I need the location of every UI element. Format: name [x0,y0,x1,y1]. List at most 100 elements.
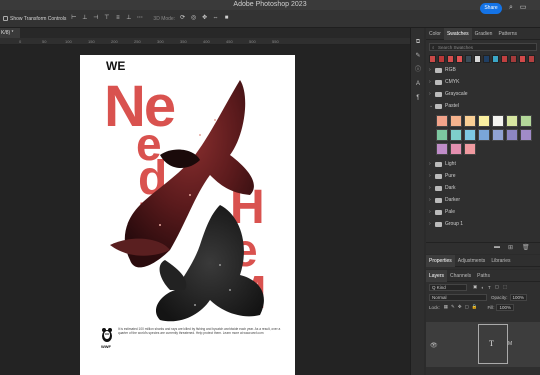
lock-move-icon[interactable]: ✥ [458,304,462,310]
show-transform-toggle[interactable]: Show Transform Controls [3,16,66,22]
swatch-chip[interactable] [450,115,462,127]
document-tab[interactable]: K/8) * [0,28,20,38]
app-title: Adobe Photoshop 2023 [233,1,307,8]
swatch-chip[interactable] [465,55,472,63]
swatch-chip[interactable] [520,115,532,127]
swatch-chip[interactable] [464,143,476,155]
swatch-chip[interactable] [519,55,526,63]
layer-row[interactable]: 👁 T M [426,322,540,367]
lock-label: Lock: [429,304,440,310]
blend-mode-select[interactable]: Normal [429,293,487,301]
swatch-group-rgb[interactable]: › RGB [426,64,540,76]
align-center-icon[interactable]: ⊥ [81,15,88,22]
align-middle-icon[interactable]: ≡ [114,15,121,22]
swatch-group-dark[interactable]: › Dark [426,182,540,194]
lock-pixels-icon[interactable]: ▦ [444,304,448,310]
poster-footer-text: It is estimated 100 million sharks and r… [118,327,281,335]
swatch-group-group1[interactable]: › Group 1 [426,218,540,230]
swatch-group-grayscale[interactable]: › Grayscale [426,88,540,100]
rotate-3d-icon[interactable]: ⟳ [179,15,186,22]
roll-3d-icon[interactable]: ◎ [190,15,197,22]
swatch-chip[interactable] [474,55,481,63]
scale-3d-icon[interactable]: ■ [223,15,230,22]
title-bar: Adobe Photoshop 2023 [0,0,540,10]
swatch-chip[interactable] [464,115,476,127]
slide-3d-icon[interactable]: ⇔ [212,15,219,22]
info-icon[interactable]: ⓘ [414,66,422,74]
align-top-icon[interactable]: ⊤ [103,15,110,22]
swatch-chip[interactable] [510,55,517,63]
lock-artboard-icon[interactable]: ▢ [465,304,469,310]
swatch-chip[interactable] [478,115,490,127]
swatch-group-pastel[interactable]: ⌄ Pastel [426,100,540,112]
swatch-group-cmyk[interactable]: › CMYK [426,76,540,88]
swatch-group-light[interactable]: › Light [426,158,540,170]
swatch-chip[interactable] [436,115,448,127]
character-icon[interactable]: A [414,80,422,88]
blend-opacity-row: Normal Opacity: 100% [426,292,540,302]
swatch-chip[interactable] [520,129,532,141]
tab-paths[interactable]: Paths [474,270,493,282]
tab-color[interactable]: Color [426,28,444,40]
filter-type-icon[interactable]: T [488,285,491,290]
swatch-chip[interactable] [464,129,476,141]
swatch-chip[interactable] [456,55,463,63]
swatch-chip[interactable] [506,129,518,141]
visibility-eye-icon[interactable]: 👁 [430,342,438,349]
swatch-chip[interactable] [492,129,504,141]
swatch-chip[interactable] [478,129,490,141]
paragraph-icon[interactable]: ¶ [414,94,422,102]
share-button[interactable]: Share [480,3,502,14]
swatch-chip[interactable] [436,129,448,141]
layer-kind-filter[interactable]: Q Kind [429,283,467,291]
trash-icon[interactable]: 🗑 [522,244,530,251]
search-icon[interactable]: ⌕ [507,4,515,12]
swatch-chip[interactable] [483,55,490,63]
swatch-chip[interactable] [501,55,508,63]
tab-adjustments[interactable]: Adjustments [455,255,489,267]
swatch-chip[interactable] [447,55,454,63]
drag-3d-icon[interactable]: ✥ [201,15,208,22]
tab-patterns[interactable]: Patterns [495,28,520,40]
checkbox-icon[interactable] [3,16,8,21]
swatch-group-darker[interactable]: › Darker [426,194,540,206]
swatch-chip[interactable] [429,55,436,63]
swatch-chip[interactable] [528,55,535,63]
filter-pixel-icon[interactable]: ▣ [473,284,477,290]
align-bottom-icon[interactable]: ⊥ [125,15,132,22]
new-group-icon[interactable]: ▬ [494,244,500,250]
history-icon[interactable]: ⧉ [414,38,422,46]
filter-shape-icon[interactable]: ▢ [495,284,499,290]
fill-input[interactable]: 100% [496,303,514,311]
swatch-chip[interactable] [450,143,462,155]
lock-paint-icon[interactable]: ✎ [451,304,455,310]
swatch-chip[interactable] [506,115,518,127]
filter-smart-icon[interactable]: ⬚ [503,284,507,290]
tab-layers[interactable]: Layers [426,269,448,282]
swatch-chip[interactable] [492,55,499,63]
layer-thumbnail[interactable]: T [478,324,508,364]
canvas-area[interactable]: WE Ne e d T H e M [0,45,420,375]
new-swatch-icon[interactable]: ⊞ [508,244,513,251]
tab-properties[interactable]: Properties [426,254,455,267]
swatch-chip[interactable] [450,129,462,141]
tab-swatches[interactable]: Swatches [443,27,472,40]
align-right-icon[interactable]: ⊣ [92,15,99,22]
more-options-icon[interactable]: ⋯ [136,15,143,22]
tab-libraries[interactable]: Libraries [488,255,513,267]
swatch-chip[interactable] [436,143,448,155]
filter-adjust-icon[interactable]: ◐ [481,285,484,290]
swatch-chip[interactable] [438,55,445,63]
tab-channels[interactable]: Channels [447,270,474,282]
workspace-icon[interactable]: ▭ [519,4,527,12]
lock-all-icon[interactable]: 🔒 [472,304,478,310]
tab-gradients[interactable]: Gradien [472,28,496,40]
align-left-icon[interactable]: ⊢ [70,15,77,22]
poster-artboard[interactable]: WE Ne e d T H e M [80,55,295,375]
swatch-group-pure[interactable]: › Pure [426,170,540,182]
opacity-input[interactable]: 100% [509,293,528,301]
swatch-chip[interactable] [492,115,504,127]
swatch-group-pale[interactable]: › Pale [426,206,540,218]
brush-settings-icon[interactable]: ✎ [414,52,422,60]
swatches-search-input[interactable]: ⌕ Search Swatches [429,43,537,51]
